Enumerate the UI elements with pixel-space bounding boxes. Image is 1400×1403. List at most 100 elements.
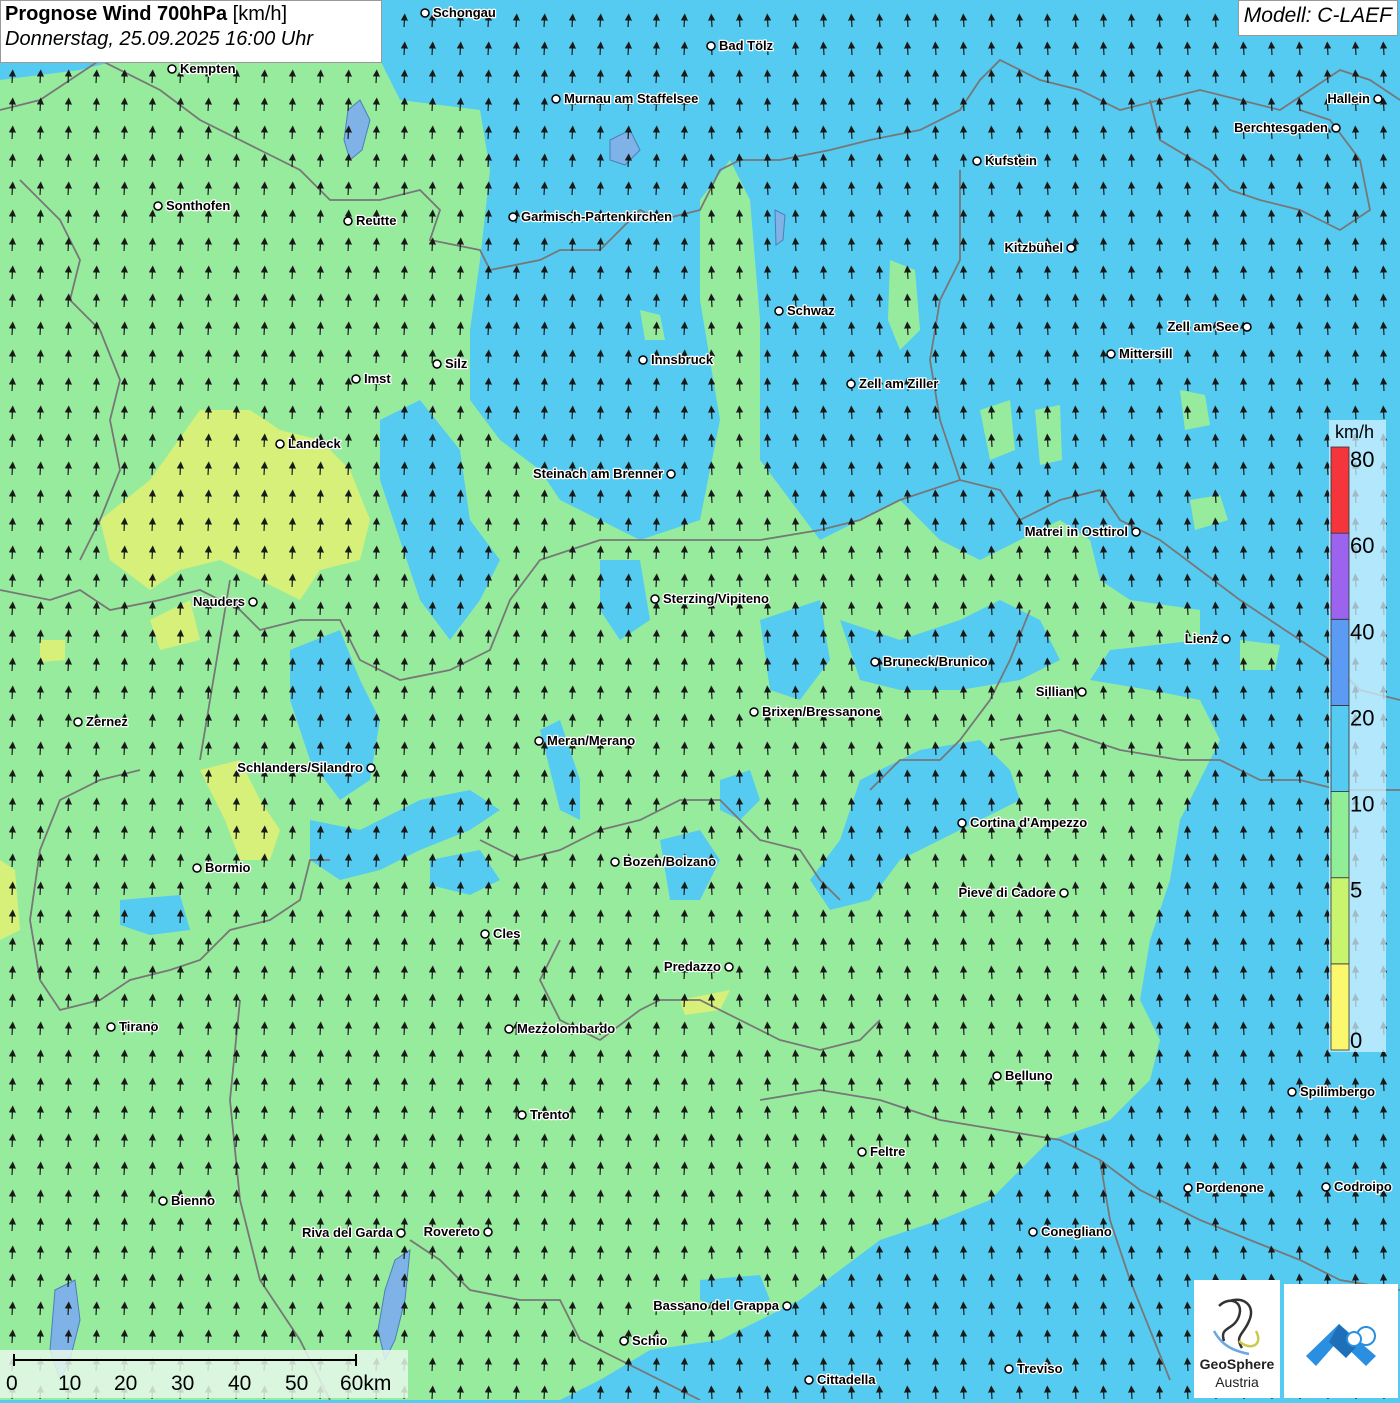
wind-arrow — [512, 657, 520, 672]
wind-arrow — [792, 1385, 800, 1400]
wind-arrow — [484, 1301, 492, 1316]
wind-arrow — [568, 657, 576, 672]
wind-arrow — [876, 237, 884, 252]
wind-arrow — [8, 1021, 16, 1036]
city-marker-icon — [343, 216, 353, 226]
wind-arrow — [904, 69, 912, 84]
wind-arrow — [876, 1021, 884, 1036]
wind-arrow — [736, 881, 744, 896]
wind-arrow — [1184, 69, 1192, 84]
wind-arrow — [176, 881, 184, 896]
wind-arrow — [1296, 685, 1304, 700]
wind-arrow — [344, 517, 352, 532]
wind-arrow — [372, 797, 380, 812]
wind-arrow — [456, 769, 464, 784]
wind-arrow — [932, 13, 940, 28]
wind-arrow — [64, 685, 72, 700]
wind-arrow — [400, 489, 408, 504]
wind-arrow — [344, 1133, 352, 1148]
wind-arrow — [764, 1161, 772, 1176]
wind-arrow — [988, 13, 996, 28]
city-marker-icon — [504, 1024, 514, 1034]
wind-arrow — [512, 97, 520, 112]
wind-arrow — [344, 69, 352, 84]
wind-arrow — [64, 405, 72, 420]
wind-arrow — [596, 1217, 604, 1232]
app-logo[interactable] — [1284, 1284, 1398, 1398]
wind-arrow — [344, 433, 352, 448]
city-label: Sillian — [1036, 684, 1074, 699]
wind-arrow — [1072, 1161, 1080, 1176]
wind-arrow — [652, 825, 660, 840]
wind-arrow — [64, 573, 72, 588]
wind-arrow — [540, 1301, 548, 1316]
wind-arrow — [204, 965, 212, 980]
wind-arrow — [456, 153, 464, 168]
wind-arrow — [1352, 321, 1360, 336]
wind-arrow — [484, 69, 492, 84]
wind-arrow — [512, 1385, 520, 1400]
wind-arrow — [680, 1329, 688, 1344]
wind-arrow — [484, 1133, 492, 1148]
wind-arrow — [624, 13, 632, 28]
wind-arrow — [960, 405, 968, 420]
wind-arrow — [1268, 573, 1276, 588]
wind-arrow — [1156, 1357, 1164, 1372]
city-label: Brixen/Bressanone — [762, 704, 881, 719]
wind-arrow — [92, 993, 100, 1008]
wind-arrow — [260, 97, 268, 112]
wind-arrow — [820, 1161, 828, 1176]
wind-arrow — [1212, 1217, 1220, 1232]
wind-arrow — [1296, 657, 1304, 672]
wind-arrow — [904, 1105, 912, 1120]
wind-arrow — [904, 405, 912, 420]
wind-arrow — [1072, 153, 1080, 168]
wind-arrow — [64, 1049, 72, 1064]
wind-arrow — [1324, 41, 1332, 56]
wind-arrow — [904, 433, 912, 448]
wind-arrow — [876, 1077, 884, 1092]
wind-arrow — [876, 629, 884, 644]
wind-arrow — [64, 181, 72, 196]
wind-arrow — [764, 433, 772, 448]
wind-arrow — [764, 685, 772, 700]
wind-arrow — [204, 1021, 212, 1036]
wind-arrow — [1128, 517, 1136, 532]
wind-arrow — [8, 685, 16, 700]
wind-arrow — [652, 41, 660, 56]
wind-arrow — [680, 1273, 688, 1288]
wind-arrow — [484, 433, 492, 448]
wind-arrow — [260, 125, 268, 140]
wind-arrow — [456, 433, 464, 448]
wind-arrow — [204, 1245, 212, 1260]
wind-arrow — [568, 965, 576, 980]
wind-arrow — [456, 741, 464, 756]
wind-arrow — [820, 517, 828, 532]
wind-arrow — [736, 573, 744, 588]
wind-arrow — [344, 1273, 352, 1288]
wind-arrow — [820, 405, 828, 420]
wind-arrow — [820, 853, 828, 868]
wind-arrow — [1240, 741, 1248, 756]
wind-arrow — [540, 1357, 548, 1372]
wind-arrow — [372, 293, 380, 308]
wind-arrow — [120, 685, 128, 700]
wind-arrow — [932, 153, 940, 168]
wind-arrow — [680, 881, 688, 896]
wind-arrow — [1184, 1301, 1192, 1316]
wind-arrow — [260, 825, 268, 840]
wind-arrow — [148, 517, 156, 532]
wind-arrow — [652, 1105, 660, 1120]
wind-arrow — [820, 125, 828, 140]
wind-arrow — [260, 349, 268, 364]
wind-arrow — [568, 1273, 576, 1288]
geosphere-logo[interactable]: GeoSphere Austria — [1194, 1280, 1280, 1398]
wind-arrow — [960, 265, 968, 280]
wind-arrow — [176, 1161, 184, 1176]
wind-arrow — [960, 293, 968, 308]
wind-arrow — [848, 517, 856, 532]
wind-arrow — [624, 517, 632, 532]
wind-arrow — [1100, 489, 1108, 504]
wind-arrow — [820, 181, 828, 196]
wind-arrow — [1044, 13, 1052, 28]
